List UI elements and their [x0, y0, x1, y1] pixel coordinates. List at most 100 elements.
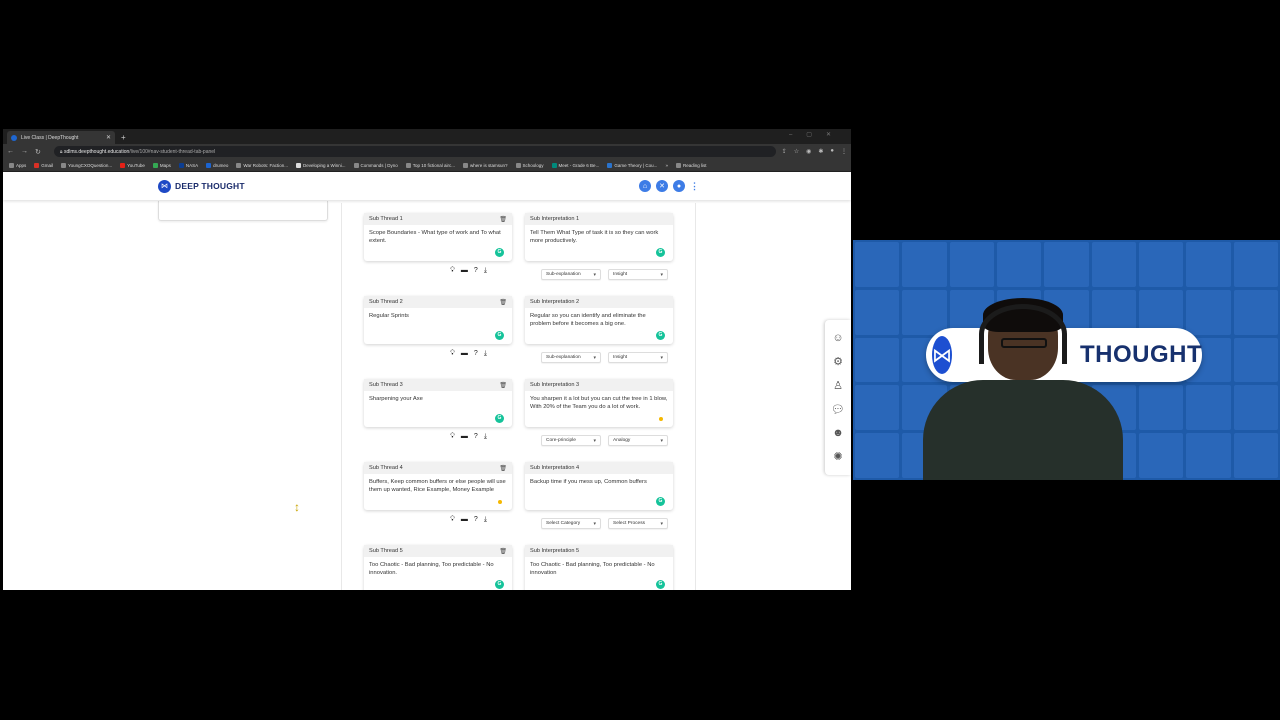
process-select[interactable]: Insight ▾	[608, 269, 668, 280]
grammarly-icon[interactable]: G	[656, 580, 665, 589]
category-select[interactable]: Core-principle ▾	[541, 435, 601, 446]
bookmark-drumeo[interactable]: drumeo	[206, 162, 228, 168]
download-icon[interactable]: ⤓	[484, 350, 487, 358]
comment-icon[interactable]: ▬	[461, 516, 468, 524]
trash-icon[interactable]: 🗑︎	[499, 216, 507, 223]
grammarly-icon[interactable]: G	[495, 414, 504, 423]
download-icon[interactable]: ⤓	[484, 267, 487, 275]
category-select[interactable]: Select Category ▾	[541, 518, 601, 529]
sub-thread-card: Sub Thread 3 🗑︎ Sharpening your Axe G	[364, 379, 512, 427]
question-icon[interactable]: ?	[474, 433, 478, 441]
sub-interpretation-text[interactable]: Tell Them What Type of task it is so the…	[525, 225, 673, 261]
bulb-icon[interactable]: 💡︎	[450, 433, 455, 441]
puzzle-icon[interactable]: ✱	[818, 148, 823, 155]
grammarly-icon[interactable]: G	[495, 248, 504, 257]
mascot-icon[interactable]: ☻	[832, 427, 844, 439]
reload-icon[interactable]: ↻	[35, 148, 41, 156]
grammarly-icon[interactable]: G	[656, 497, 665, 506]
bulb-icon[interactable]: 💡︎	[450, 516, 455, 524]
bookmark-gmail[interactable]: Gmail	[34, 162, 53, 168]
trash-icon[interactable]: 🗑︎	[499, 548, 507, 555]
share-icon[interactable]: ⇪	[782, 148, 787, 155]
bookmark-meet[interactable]: Meet - Grade 6 Be...	[551, 162, 599, 168]
bookmark-game-theory[interactable]: Game Theory | Cou...	[607, 162, 657, 168]
close-icon[interactable]: ✕	[656, 180, 668, 192]
trash-icon[interactable]: 🗑︎	[499, 299, 507, 306]
extension-icon[interactable]: ◉	[806, 148, 811, 155]
presenter-figure	[923, 298, 1123, 480]
grammarly-dot-icon[interactable]	[659, 417, 663, 421]
robot-icon[interactable]: ☺	[832, 332, 843, 344]
reading-list[interactable]: Reading list	[675, 162, 706, 168]
url-input[interactable]: 🔒︎ sdlms.deepthought.education /live/100…	[53, 146, 776, 157]
logo[interactable]: ⋈ DEEP THOUGHT	[158, 179, 245, 193]
process-select[interactable]: Analogy ▾	[608, 435, 668, 446]
browser-tab[interactable]: Live Class | DeepThought ✕	[7, 131, 115, 144]
home-icon[interactable]: ⌂	[639, 180, 651, 192]
sub-thread-text[interactable]: Too Chaotic - Bad planning, Too predicta…	[364, 557, 512, 590]
menu-icon[interactable]: ⋮	[841, 148, 847, 155]
gear-person-icon[interactable]: ⚙	[833, 355, 843, 368]
sub-thread-text[interactable]: Regular Sprints G	[364, 308, 512, 344]
bookmark-apps[interactable]: Apps	[9, 162, 26, 168]
more-menu-icon[interactable]: ⋮	[690, 181, 699, 192]
sub-thread-title: Sub Thread 2	[369, 299, 403, 305]
bookmark-developing[interactable]: Developing a Winni...	[296, 162, 346, 168]
star-icon[interactable]: ☆	[794, 148, 799, 155]
bookmark-dyno[interactable]: Commands | Dyno	[353, 162, 398, 168]
sub-interpretation-text[interactable]: You sharpen it a lot but you can cut the…	[525, 391, 673, 427]
download-icon[interactable]: ⤓	[484, 433, 487, 441]
close-tab-icon[interactable]: ✕	[106, 134, 111, 141]
category-select[interactable]: Sub-explanation ▾	[541, 352, 601, 363]
grammarly-dot-icon[interactable]	[498, 500, 502, 504]
bookmark-maps[interactable]: Maps	[152, 162, 171, 168]
comment-icon[interactable]: ▬	[461, 267, 468, 275]
sub-interpretation-text[interactable]: Too Chaotic - Bad planning, Too predicta…	[525, 557, 673, 590]
address-bar-row: ← → ↻ 🔒︎ sdlms.deepthought.education /li…	[3, 144, 851, 159]
new-tab-icon[interactable]: +	[121, 133, 126, 142]
bookmarks-overflow-icon[interactable]: »	[665, 163, 668, 168]
comment-icon[interactable]: ▬	[461, 350, 468, 358]
sub-interpretation-text[interactable]: Backup time if you mess up, Common buffe…	[525, 474, 673, 510]
interpretation-selects: Sub-explanation ▾ Insight ▾	[541, 352, 668, 363]
comment-icon[interactable]: ▬	[461, 433, 468, 441]
settings-icon[interactable]: ✺	[833, 450, 842, 463]
grammarly-icon[interactable]: G	[495, 331, 504, 340]
question-icon[interactable]: ?	[474, 267, 478, 275]
sub-thread-text[interactable]: Sharpening your Axe G	[364, 391, 512, 427]
back-icon[interactable]: ←	[7, 148, 14, 155]
category-select[interactable]: Sub-explanation ▾	[541, 269, 601, 280]
bookmark-war-robots[interactable]: War Robots: Faction...	[236, 162, 288, 168]
trash-icon[interactable]: 🗑︎	[499, 382, 507, 389]
bell-icon[interactable]: ●	[673, 180, 685, 192]
bookmark-youngcxo[interactable]: YoungCXOQuestion...	[61, 162, 112, 168]
grammarly-icon[interactable]: G	[656, 331, 665, 340]
process-select[interactable]: Select Process ▾	[608, 518, 668, 529]
window-controls[interactable]: –▢✕	[789, 131, 845, 138]
grammarly-icon[interactable]: G	[656, 248, 665, 257]
profile-icon[interactable]: ●	[830, 148, 834, 155]
sub-interpretation-title: Sub Interpretation 3	[530, 382, 580, 388]
chat-icon[interactable]: 💬︎	[831, 403, 845, 416]
bookmark-stamsun[interactable]: where is stamsun?	[463, 162, 508, 168]
bookmark-youtube[interactable]: YouTube	[120, 162, 145, 168]
person-icon[interactable]: ♙	[833, 379, 843, 392]
sub-thread-text[interactable]: Buffers, Keep common buffers or else peo…	[364, 474, 512, 510]
grammarly-icon[interactable]: G	[495, 580, 504, 589]
question-icon[interactable]: ?	[474, 516, 478, 524]
webcam-overlay: ⋈ THOUGHT	[853, 240, 1280, 480]
bookmark-top10[interactable]: Top 10 fictional airc...	[405, 162, 455, 168]
interpretation-selects: Select Category ▾ Select Process ▾	[541, 518, 668, 529]
bookmark-schoology[interactable]: Schoology	[515, 162, 544, 168]
download-icon[interactable]: ⤓	[484, 516, 487, 524]
bulb-icon[interactable]: 💡︎	[450, 267, 455, 275]
trash-icon[interactable]: 🗑︎	[499, 465, 507, 472]
bulb-icon[interactable]: 💡︎	[450, 350, 455, 358]
bookmark-nasa[interactable]: NASA	[178, 162, 198, 168]
process-select[interactable]: Insight ▾	[608, 352, 668, 363]
forward-icon[interactable]: →	[21, 148, 28, 155]
sub-thread-text[interactable]: Scope Boundaries - What type of work and…	[364, 225, 512, 261]
logo-text: DEEP THOUGHT	[175, 181, 245, 191]
question-icon[interactable]: ?	[474, 350, 478, 358]
sub-interpretation-text[interactable]: Regular so you can identify and eliminat…	[525, 308, 673, 344]
